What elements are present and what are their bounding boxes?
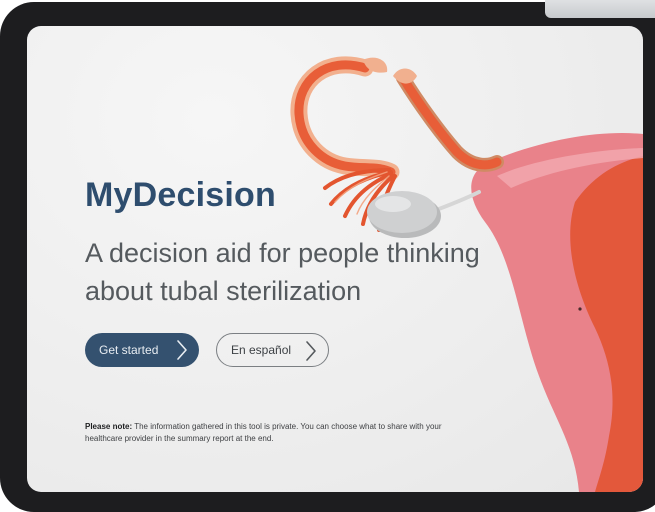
right-tube-end (393, 68, 417, 84)
uterus-speck (578, 307, 582, 311)
chevron-right-icon (306, 341, 316, 361)
app-screen: MyDecision A decision aid for people thi… (27, 26, 643, 492)
privacy-note-label: Please note: (85, 422, 133, 431)
chevron-right-icon (177, 340, 187, 360)
right-tube-shadow (396, 71, 504, 172)
privacy-note-text: The information gathered in this tool is… (85, 422, 442, 443)
app-title: MyDecision (85, 176, 276, 214)
ovary-highlight (375, 196, 411, 212)
app-tagline: A decision aid for people thinking about… (85, 238, 480, 306)
tablet-frame: MyDecision A decision aid for people thi… (0, 2, 655, 512)
privacy-note: Please note: The information gathered in… (85, 421, 465, 445)
tablet-corner-edge (545, 0, 655, 18)
spanish-label: En español (231, 343, 292, 357)
get-started-label: Get started (99, 343, 159, 357)
get-started-button[interactable]: Get started (85, 333, 199, 367)
spanish-button[interactable]: En español (216, 333, 329, 367)
